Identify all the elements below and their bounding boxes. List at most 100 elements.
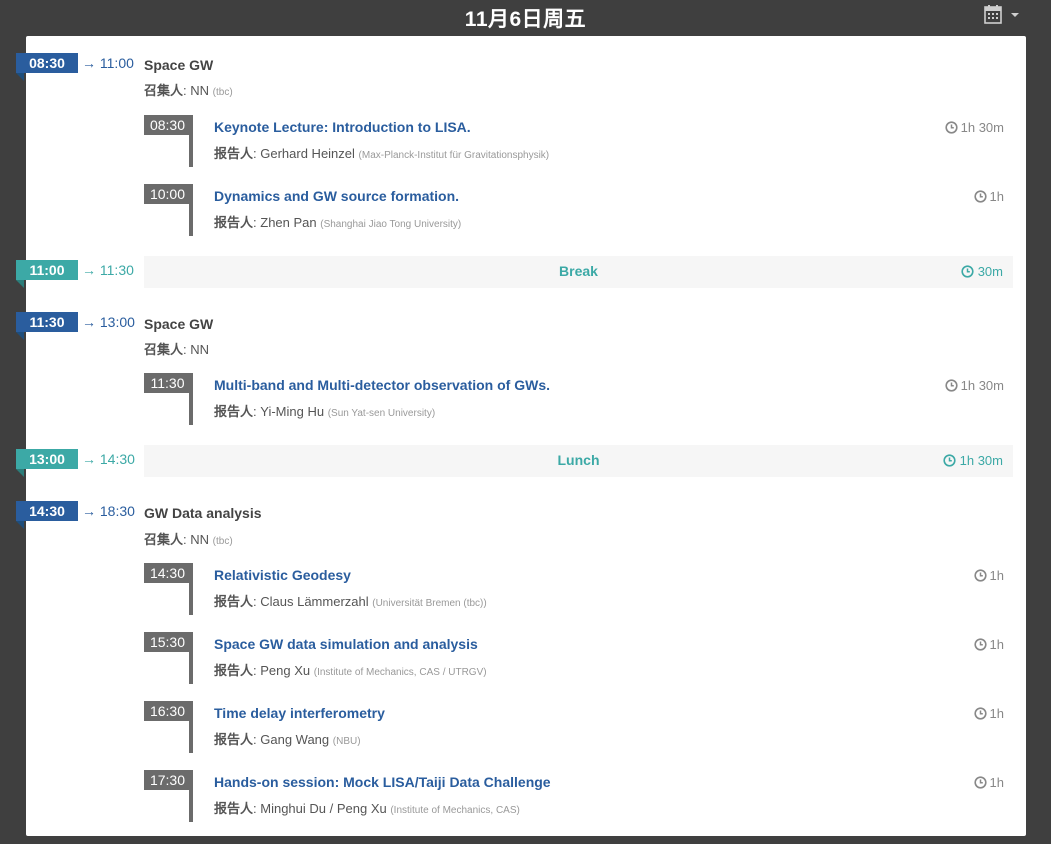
contribution-title[interactable]: Space GW data simulation and analysis [214,636,478,652]
contribution-time: 17:30 [144,770,191,790]
contribution-title[interactable]: Dynamics and GW source formation. [214,188,459,204]
speaker-name: Yi-Ming Hu [260,404,325,419]
contribution-speaker: 报告人: Gang Wang (NBU) [214,732,361,747]
clock-icon [943,454,956,467]
contribution-speaker: 报告人: Claus Lämmerzahl (Universität Breme… [214,594,487,609]
clock-icon [973,707,987,720]
convener-note: (tbc) [212,87,233,98]
contribution-duration: 1h 30m [945,378,1004,393]
convener-label: 召集人 [144,342,184,357]
timetable-card: 08:30 → 11:00 Space GW 召集人: NN (tbc) 08:… [16,36,1026,836]
clock-icon [973,190,987,203]
break-entry[interactable]: Break 30m [144,256,1013,288]
session-convener: 召集人: NN (tbc) [144,83,233,98]
contribution-duration: 1h [973,189,1004,204]
duration-text: 1h [989,189,1004,204]
contribution-bar [189,701,193,753]
speaker-affiliation: (Sun Yat-sen University) [327,408,436,419]
contribution-time: 14:30 [144,563,191,583]
duration-text: 1h [989,568,1004,583]
speaker-label: 报告人 [214,404,254,419]
session-end-time: → 11:00 [82,55,134,71]
contribution-speaker: 报告人: Minghui Du / Peng Xu (Institute of … [214,801,520,816]
speaker-affiliation: (Institute of Mechanics, CAS / UTRGV) [313,667,487,678]
session-start-time[interactable]: 08:30 [16,53,78,81]
caret-down-icon [1011,13,1019,17]
convener-note: (tbc) [212,536,233,547]
session-title[interactable]: Space GW [144,316,213,332]
speaker-label: 报告人 [214,146,254,161]
clock-icon [973,776,987,789]
speaker-affiliation: (Shanghai Jiao Tong University) [320,219,462,230]
convener-name: NN [190,342,210,357]
contribution-speaker: 报告人: Peng Xu (Institute of Mechanics, CA… [214,663,487,678]
session-end-time: → 13:00 [82,314,135,330]
contribution-bar [189,373,193,425]
contribution-duration: 1h [973,637,1004,652]
contribution-speaker: 报告人: Yi-Ming Hu (Sun Yat-sen University) [214,404,436,419]
speaker-name: Gerhard Heinzel [260,146,355,161]
convener-name: NN [190,83,210,98]
duration-text: 1h [989,775,1004,790]
speaker-label: 报告人 [214,594,254,609]
speaker-label: 报告人 [214,732,254,747]
contribution-duration: 1h [973,706,1004,721]
contribution-duration: 1h 30m [945,120,1004,135]
session-start-time[interactable]: 14:30 [16,501,78,529]
duration-text: 1h [989,706,1004,721]
timetable-header: 11月6日周五 [0,0,1051,36]
contribution-time: 08:30 [144,115,191,135]
contribution-bar [189,770,193,822]
clock-icon [945,121,958,134]
session-title[interactable]: GW Data analysis [144,505,262,521]
break-end-time: → 11:30 [82,262,134,278]
session-convener: 召集人: NN (tbc) [144,532,233,547]
contribution-title[interactable]: Time delay interferometry [214,705,385,721]
contribution-time: 11:30 [144,373,191,393]
speaker-name: Gang Wang [260,732,330,747]
clock-icon [961,265,974,278]
speaker-name: Peng Xu [260,663,311,678]
day-title: 11月6日周五 [464,8,587,31]
speaker-name: Zhen Pan [260,215,317,230]
session-convener: 召集人: NN [144,342,210,357]
contribution-time: 16:30 [144,701,191,721]
duration-text: 1h 30m [960,378,1004,393]
speaker-affiliation: (NBU) [332,736,361,747]
break-title: Lunch [557,452,600,468]
break-entry[interactable]: Lunch 1h 30m [144,445,1013,477]
break-start-time: 13:00 [16,449,78,477]
convener-label: 召集人 [144,83,184,98]
session-start-time[interactable]: 11:30 [16,312,78,340]
speaker-label: 报告人 [214,215,254,230]
session-end-time: → 18:30 [82,503,135,519]
session-title[interactable]: Space GW [144,57,213,73]
break-end-time: → 14:30 [82,451,135,467]
speaker-name: Minghui Du / Peng Xu [260,801,387,816]
duration-text: 1h 30m [959,453,1003,468]
duration-text: 1h [989,637,1004,652]
contribution-title[interactable]: Relativistic Geodesy [214,567,351,583]
speaker-affiliation: (Max-Planck-Institut für Gravitationsphy… [358,150,550,161]
contribution-bar [189,632,193,684]
contribution-bar [189,184,193,236]
contribution-speaker: 报告人: Gerhard Heinzel (Max-Planck-Institu… [214,146,550,161]
speaker-label: 报告人 [214,663,254,678]
clock-icon [973,638,987,651]
contribution-time: 10:00 [144,184,191,204]
break-title: Break [559,263,598,279]
contribution-duration: 1h [973,568,1004,583]
contribution-bar [189,115,193,167]
contribution-title[interactable]: Hands-on session: Mock LISA/Taiji Data C… [214,774,551,790]
clock-icon [973,569,987,582]
clock-icon [945,379,958,392]
contribution-title[interactable]: Keynote Lecture: Introduction to LISA. [214,119,471,135]
speaker-label: 报告人 [214,801,254,816]
convener-name: NN [190,532,210,547]
calendar-icon [984,5,1002,24]
contribution-title[interactable]: Multi-band and Multi-detector observatio… [214,377,550,393]
break-duration: 30m [961,264,1003,279]
contribution-time: 15:30 [144,632,191,652]
break-duration: 1h 30m [943,453,1003,468]
calendar-menu-button[interactable] [983,4,1023,26]
